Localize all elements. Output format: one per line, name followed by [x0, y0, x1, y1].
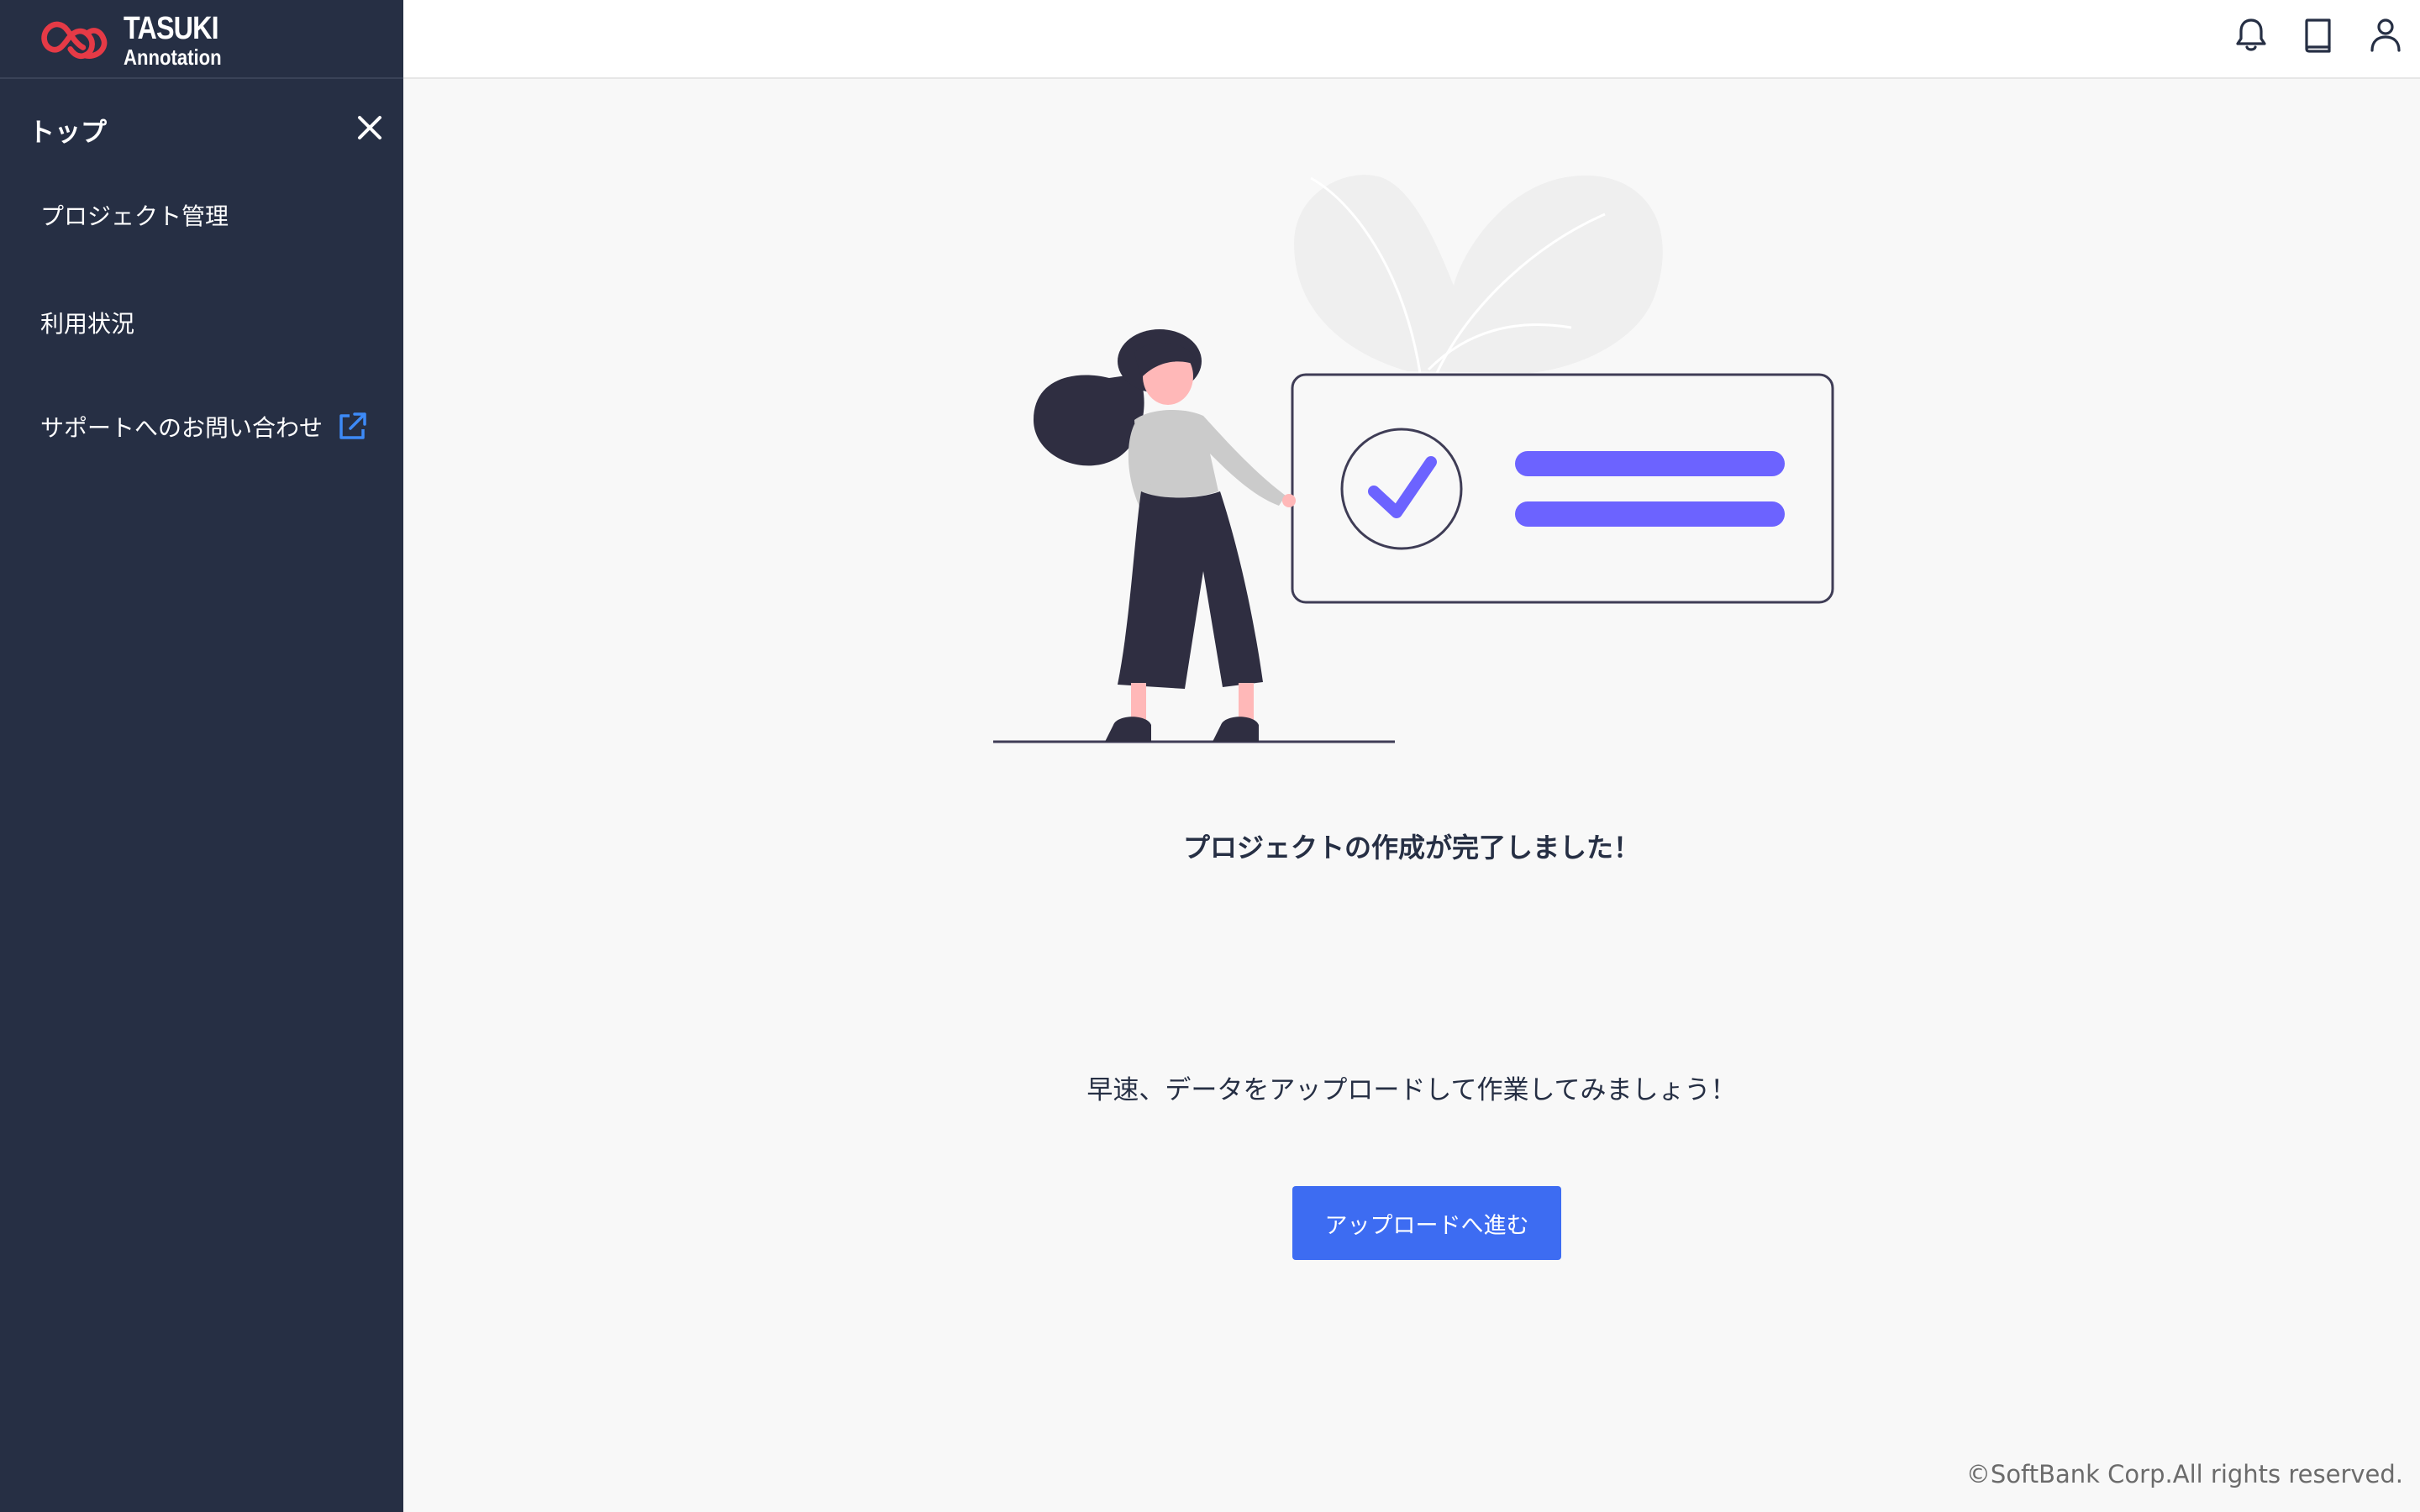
sidebar-divider [0, 77, 403, 79]
completion-illustration [993, 175, 1834, 743]
bell-icon[interactable] [2230, 13, 2272, 55]
sidebar-item-label: プロジェクト管理 [40, 202, 229, 230]
app-logo[interactable]: TASUKI Annotation [37, 8, 239, 72]
external-link-icon [339, 412, 366, 439]
logo-mark-icon [41, 21, 108, 60]
proceed-to-upload-button[interactable]: アップロードへ進む [1292, 1186, 1561, 1260]
copyright-footer: ©SoftBank Corp.All rights reserved. [1965, 1460, 2403, 1488]
top-header [403, 0, 2420, 79]
book-icon[interactable] [2297, 13, 2339, 55]
close-icon[interactable] [353, 111, 387, 144]
sidebar-item-label: 利用状況 [40, 310, 135, 338]
logo-title: TASUKI [123, 11, 219, 46]
completion-message: 早速、データをアップロードして作業してみましょう！ [1086, 1075, 1737, 1105]
sidebar-item-label: サポートへのお問い合わせ [40, 414, 324, 442]
user-icon[interactable] [2365, 13, 2407, 55]
sidebar-item-project-management[interactable]: プロジェクト管理 [40, 198, 229, 232]
sidebar-item-usage[interactable]: 利用状況 [40, 306, 134, 339]
sidebar: TASUKI Annotation トップ プロジェクト管理 利用状況 サポート… [0, 0, 403, 1512]
sidebar-title: トップ [29, 118, 107, 148]
logo-subtitle: Annotation [123, 45, 222, 70]
completion-headline: プロジェクトの作成が完了しました！ [1182, 832, 1640, 864]
sidebar-item-support[interactable]: サポートへのお問い合わせ [40, 410, 368, 444]
